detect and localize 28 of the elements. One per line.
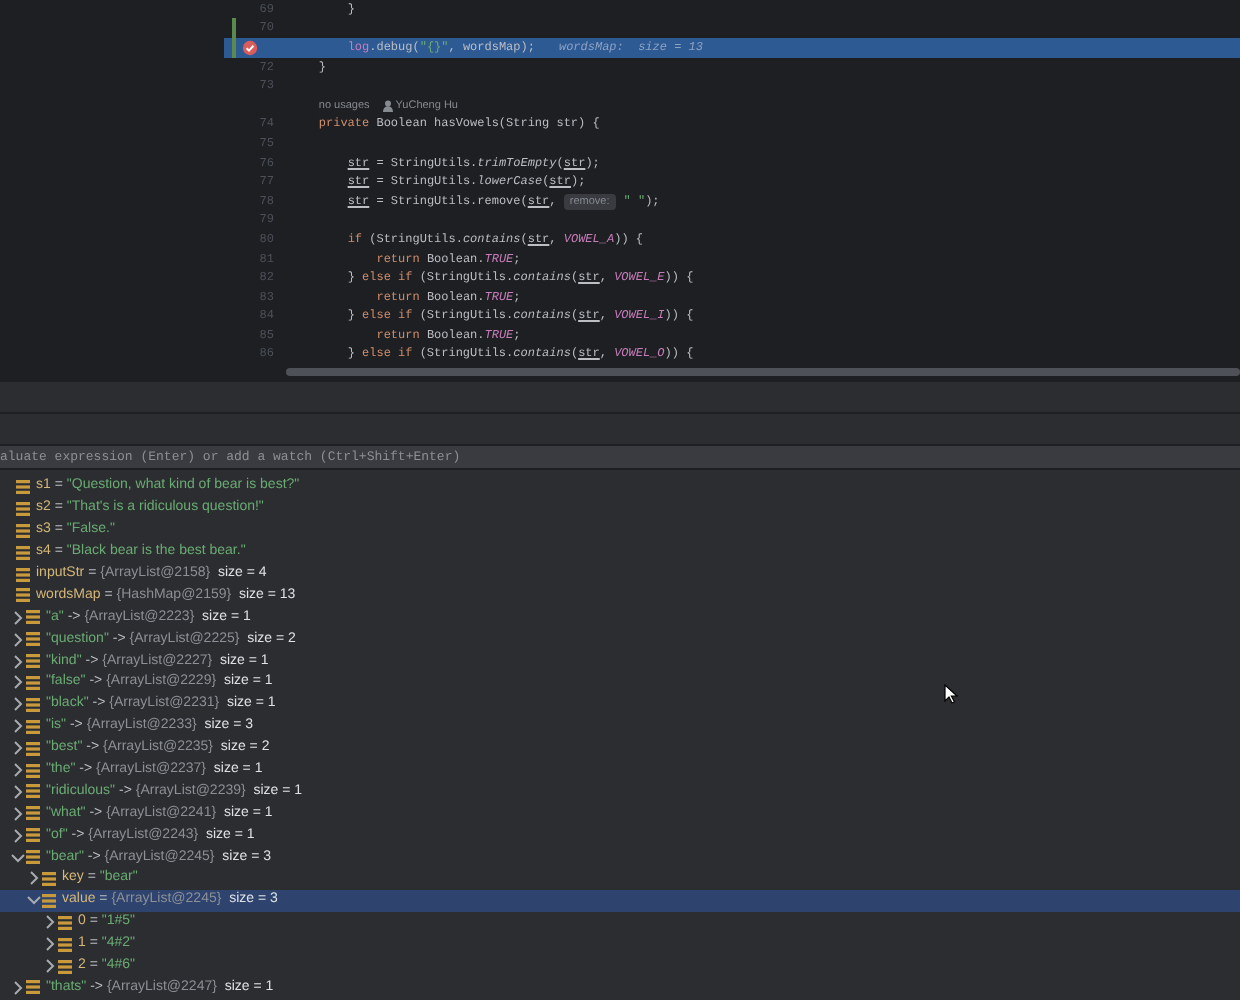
variable-icon — [16, 479, 30, 494]
variable-icon — [58, 959, 72, 974]
variable-icon — [58, 915, 72, 930]
variable-icon — [26, 654, 40, 669]
variable-icon — [26, 784, 40, 799]
variable-icon — [26, 610, 40, 625]
variable-icon — [26, 719, 40, 734]
variable-icon — [26, 697, 40, 712]
variable-icon — [42, 893, 56, 908]
variable-icon — [16, 523, 30, 538]
variable-icon — [16, 545, 30, 560]
variable-icon — [16, 567, 30, 581]
breakpoint-icon[interactable] — [242, 39, 258, 56]
variable-icon — [26, 741, 40, 756]
variable-icon — [58, 937, 72, 952]
variable-icon — [26, 850, 40, 865]
variable-icon — [26, 675, 40, 690]
variable-icon — [16, 501, 30, 516]
variable-icon — [26, 763, 40, 778]
variable-icon — [26, 828, 40, 843]
mouse-cursor-icon — [944, 684, 958, 704]
scrollbar[interactable] — [286, 368, 1240, 376]
variable-icon — [26, 806, 40, 821]
person-icon — [381, 99, 394, 112]
variable-icon — [26, 980, 40, 995]
variable-icon — [16, 588, 30, 603]
variable-icon — [26, 632, 40, 647]
variable-icon — [42, 871, 56, 886]
